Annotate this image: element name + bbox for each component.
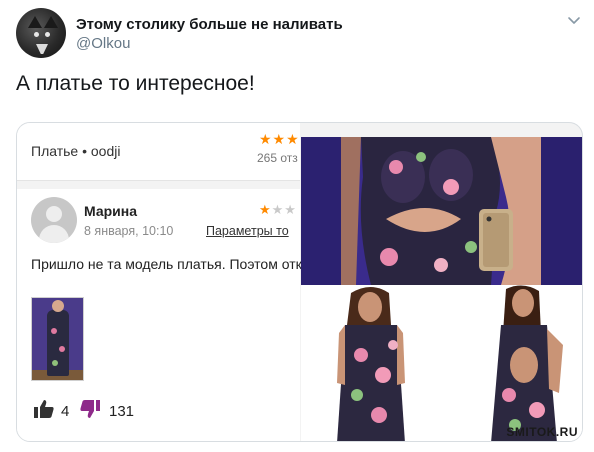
review-screenshot: Платье • oodji ★★★ 265 отз Марина 8 янва… [17,123,316,441]
customer-photo-image [301,137,582,285]
params-link[interactable]: Параметры то [206,224,289,238]
user-handle[interactable]: @Olkou [76,35,130,52]
star-on-icon: ★ [259,202,272,217]
reviewer-avatar-icon [31,197,77,243]
review-rating-stars: ★★★ [259,202,297,218]
product-title: Платье • oodji [31,143,121,159]
chevron-down-icon[interactable] [566,12,582,28]
tweet-text: А платье то интересное! [16,72,255,95]
reviewer-name: Марина [84,203,138,219]
review-card: Марина 8 января, 10:10 ★★★ Параметры то … [17,189,316,441]
thumbs-up-icon[interactable] [33,399,55,419]
tweet-header: Этому столику больше не наливать @Olkou [16,8,584,58]
customer-photo[interactable] [301,137,582,285]
product-header: Платье • oodji ★★★ 265 отз [17,123,300,181]
tweet-media[interactable]: Платье • oodji ★★★ 265 отз Марина 8 янва… [16,122,583,442]
reviews-count: 265 отз [257,151,298,165]
user-avatar[interactable] [16,8,66,58]
review-date: 8 января, 10:10 [84,224,174,238]
thumbs-down-icon[interactable] [79,399,101,419]
likes-count: 4 [61,403,70,420]
review-text: Пришло не та модель платья. Поэтом отказ [31,256,317,272]
display-name[interactable]: Этому столику больше не наливать [76,16,343,33]
watermark: SMITOK.RU [506,425,578,439]
product-photo[interactable]: SMITOK.RU [301,285,582,441]
dislikes-count: 131 [109,403,135,420]
product-rating-stars: ★★★ [259,131,300,147]
star-off-icon: ★★ [271,202,297,217]
product-photo-image [301,285,582,441]
review-photo-thumbnail[interactable] [31,297,84,381]
